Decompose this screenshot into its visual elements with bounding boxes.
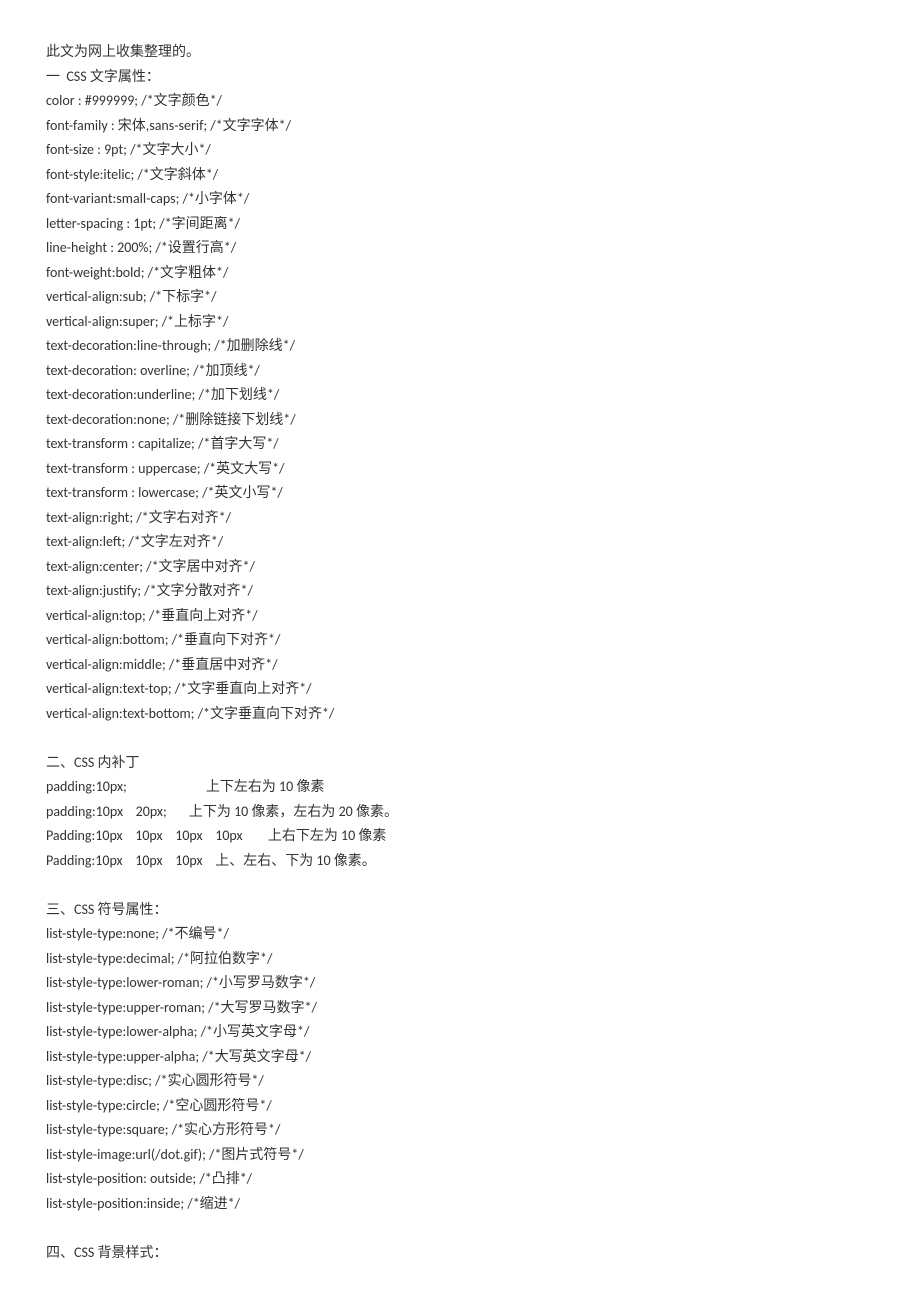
text-line: text-decoration: overline; /*加顶线*/ <box>46 359 874 384</box>
text-line: list-style-type:circle; /*空心圆形符号*/ <box>46 1094 874 1119</box>
text-line: list-style-type:decimal; /*阿拉伯数字*/ <box>46 947 874 972</box>
text-line: Padding:10px 10px 10px 10px 上右下左为 10 像素 <box>46 824 874 849</box>
text-line: vertical-align:sub; /*下标字*/ <box>46 285 874 310</box>
text-line: font-variant:small-caps; /*小字体*/ <box>46 187 874 212</box>
text-line: text-transform : uppercase; /*英文大写*/ <box>46 457 874 482</box>
document-body: 此文为网上收集整理的。一 CSS 文字属性：color : #999999; /… <box>46 40 874 1265</box>
text-line: vertical-align:text-top; /*文字垂直向上对齐*/ <box>46 677 874 702</box>
text-line: vertical-align:middle; /*垂直居中对齐*/ <box>46 653 874 678</box>
text-line: font-style:itelic; /*文字斜体*/ <box>46 163 874 188</box>
text-line: vertical-align:text-bottom; /*文字垂直向下对齐*/ <box>46 702 874 727</box>
text-line: text-transform : lowercase; /*英文小写*/ <box>46 481 874 506</box>
text-line: 三、CSS 符号属性： <box>46 898 874 923</box>
text-line: text-transform : capitalize; /*首字大写*/ <box>46 432 874 457</box>
text-line: text-align:left; /*文字左对齐*/ <box>46 530 874 555</box>
text-line: list-style-type:none; /*不编号*/ <box>46 922 874 947</box>
text-line: text-align:justify; /*文字分散对齐*/ <box>46 579 874 604</box>
text-line: list-style-position:inside; /*缩进*/ <box>46 1192 874 1217</box>
text-line <box>46 726 874 751</box>
text-line: vertical-align:bottom; /*垂直向下对齐*/ <box>46 628 874 653</box>
text-line: text-align:right; /*文字右对齐*/ <box>46 506 874 531</box>
text-line: color : #999999; /*文字颜色*/ <box>46 89 874 114</box>
text-line: vertical-align:super; /*上标字*/ <box>46 310 874 335</box>
text-line: 四、CSS 背景样式： <box>46 1241 874 1266</box>
text-line: vertical-align:top; /*垂直向上对齐*/ <box>46 604 874 629</box>
text-line: list-style-type:lower-roman; /*小写罗马数字*/ <box>46 971 874 996</box>
text-line: text-decoration:none; /*删除链接下划线*/ <box>46 408 874 433</box>
text-line: 一 CSS 文字属性： <box>46 65 874 90</box>
text-line: 此文为网上收集整理的。 <box>46 40 874 65</box>
text-line: text-decoration:underline; /*加下划线*/ <box>46 383 874 408</box>
text-line: list-style-type:disc; /*实心圆形符号*/ <box>46 1069 874 1094</box>
text-line: list-style-type:upper-alpha; /*大写英文字母*/ <box>46 1045 874 1070</box>
text-line: padding:10px; 上下左右为 10 像素 <box>46 775 874 800</box>
text-line: font-weight:bold; /*文字粗体*/ <box>46 261 874 286</box>
text-line: 二、CSS 内补丁 <box>46 751 874 776</box>
text-line: font-family : 宋体,sans-serif; /*文字字体*/ <box>46 114 874 139</box>
text-line: padding:10px 20px; 上下为 10 像素，左右为 20 像素。 <box>46 800 874 825</box>
text-line <box>46 1216 874 1241</box>
text-line: list-style-type:square; /*实心方形符号*/ <box>46 1118 874 1143</box>
text-line: list-style-type:lower-alpha; /*小写英文字母*/ <box>46 1020 874 1045</box>
text-line: list-style-position: outside; /*凸排*/ <box>46 1167 874 1192</box>
text-line: letter-spacing : 1pt; /*字间距离*/ <box>46 212 874 237</box>
text-line <box>46 873 874 898</box>
text-line: Padding:10px 10px 10px 上、左右、下为 10 像素。 <box>46 849 874 874</box>
text-line: line-height : 200%; /*设置行高*/ <box>46 236 874 261</box>
text-line: font-size : 9pt; /*文字大小*/ <box>46 138 874 163</box>
text-line: list-style-image:url(/dot.gif); /*图片式符号*… <box>46 1143 874 1168</box>
text-line: text-align:center; /*文字居中对齐*/ <box>46 555 874 580</box>
text-line: list-style-type:upper-roman; /*大写罗马数字*/ <box>46 996 874 1021</box>
text-line: text-decoration:line-through; /*加删除线*/ <box>46 334 874 359</box>
